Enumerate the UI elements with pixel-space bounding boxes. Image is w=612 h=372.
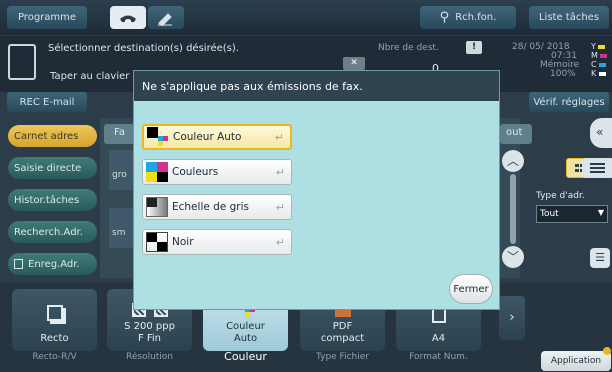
scan-size-value: A4: [431, 333, 446, 344]
fax-list-tab[interactable]: Fa: [104, 124, 134, 144]
phone-icon: [120, 15, 136, 22]
search-button[interactable]: ⚲ Rch.fon.: [420, 6, 516, 29]
address-item-group[interactable]: gro: [109, 150, 135, 190]
duplex-label: Recto-R/V: [32, 352, 77, 362]
option-grayscale-label: Echelle de gris: [172, 201, 249, 213]
address-book-button[interactable]: Carnet adres: [8, 125, 97, 147]
scroll-down-button[interactable]: ﹀: [502, 246, 524, 268]
menu-icon[interactable]: ☰: [590, 248, 610, 268]
keyboard-hint[interactable]: Taper au clavier: [50, 71, 129, 82]
chevron-down-icon: ▼: [597, 208, 604, 217]
grayscale-icon: [146, 197, 168, 217]
fax-tab[interactable]: [110, 6, 146, 29]
enter-icon: ↵: [275, 200, 285, 214]
enter-icon: ↵: [274, 130, 284, 144]
clear-input-icon[interactable]: ✕: [343, 57, 365, 70]
scan-size-label: Format Num.: [409, 352, 468, 362]
option-black[interactable]: Noir ↵: [142, 229, 292, 255]
layout-tab[interactable]: out: [500, 124, 532, 144]
option-auto-color[interactable]: Couleur Auto ↵: [142, 124, 292, 150]
enter-icon: ↵: [275, 235, 285, 249]
memory-value: 100%: [550, 69, 576, 79]
resolution-label: Résolution: [125, 352, 174, 362]
destination-icon: [8, 44, 36, 80]
close-button[interactable]: Fermer: [449, 274, 493, 304]
scroll-up-button[interactable]: ︿: [502, 150, 524, 172]
duplex-icon: [46, 305, 63, 321]
duplex-value: Recto: [40, 333, 69, 344]
file-type-value: PDF compact: [320, 321, 365, 344]
top-bar: [0, 0, 612, 35]
job-history-button[interactable]: Histor.tâches: [8, 189, 97, 211]
dest-count-label: Nbre de dest.: [378, 43, 439, 53]
verify-settings-button[interactable]: Vérif. réglages: [529, 92, 609, 112]
scrollbar[interactable]: [510, 174, 516, 244]
black-icon: [146, 232, 168, 252]
address-type-value: Tout: [540, 209, 559, 219]
option-grayscale[interactable]: Echelle de gris ↵: [142, 194, 292, 220]
address-type-select[interactable]: Tout ▼: [536, 205, 608, 223]
rec-email-tab[interactable]: REC E-mail: [7, 92, 87, 112]
address-item-sm[interactable]: sm: [109, 208, 135, 248]
color-label: Couleur: [224, 350, 267, 363]
next-page-button[interactable]: ›: [499, 296, 525, 340]
address-type-label: Type d'adr.: [536, 191, 585, 201]
chevron-right-icon: ›: [509, 310, 515, 325]
resolution-value: S 200 ppp F Fin: [124, 321, 175, 344]
alert-icon[interactable]: !: [466, 41, 482, 54]
auto-color-icon: [147, 127, 169, 147]
option-full-color-label: Couleurs: [172, 166, 219, 178]
toner-levels: Y M C K: [591, 42, 608, 78]
color-mode-dialog: Ne s'applique pas aux émissions de fax. …: [133, 70, 500, 310]
address-search-button[interactable]: Recherch.Adr.: [8, 221, 97, 243]
register-address-label: Enreg.Adr.: [28, 258, 80, 270]
direct-input-button[interactable]: Saisie directe: [8, 157, 97, 179]
side-panel-toggle[interactable]: «: [590, 118, 612, 148]
color-value: Couleur Auto: [226, 321, 265, 344]
enter-icon: ↵: [275, 165, 285, 179]
job-list-button[interactable]: Liste tâches: [529, 6, 609, 29]
programme-button[interactable]: Programme: [7, 6, 87, 29]
double-chevron-left-icon: «: [596, 125, 604, 139]
full-color-icon: [146, 162, 168, 182]
list-icon: [590, 163, 605, 173]
duplex-button[interactable]: Recto: [12, 289, 97, 351]
search-icon: ⚲: [439, 10, 450, 25]
register-address-button[interactable]: Enreg.Adr.: [8, 253, 97, 275]
file-type-label: Type Fichier: [316, 352, 369, 362]
notification-dot: [603, 347, 611, 355]
list-view-button[interactable]: [582, 158, 612, 178]
option-black-label: Noir: [172, 236, 194, 248]
dialog-header: Ne s'applique pas aux émissions de fax.: [134, 71, 499, 101]
scan-tab[interactable]: [148, 6, 184, 29]
register-icon: [14, 259, 23, 269]
prompt-text: Sélectionner destination(s) désirée(s).: [48, 43, 239, 54]
application-button[interactable]: Application: [541, 351, 611, 371]
search-label: Rch.fon.: [455, 12, 497, 23]
pen-icon: [158, 12, 172, 26]
option-auto-color-label: Couleur Auto: [173, 131, 242, 143]
option-full-color[interactable]: Couleurs ↵: [142, 159, 292, 185]
